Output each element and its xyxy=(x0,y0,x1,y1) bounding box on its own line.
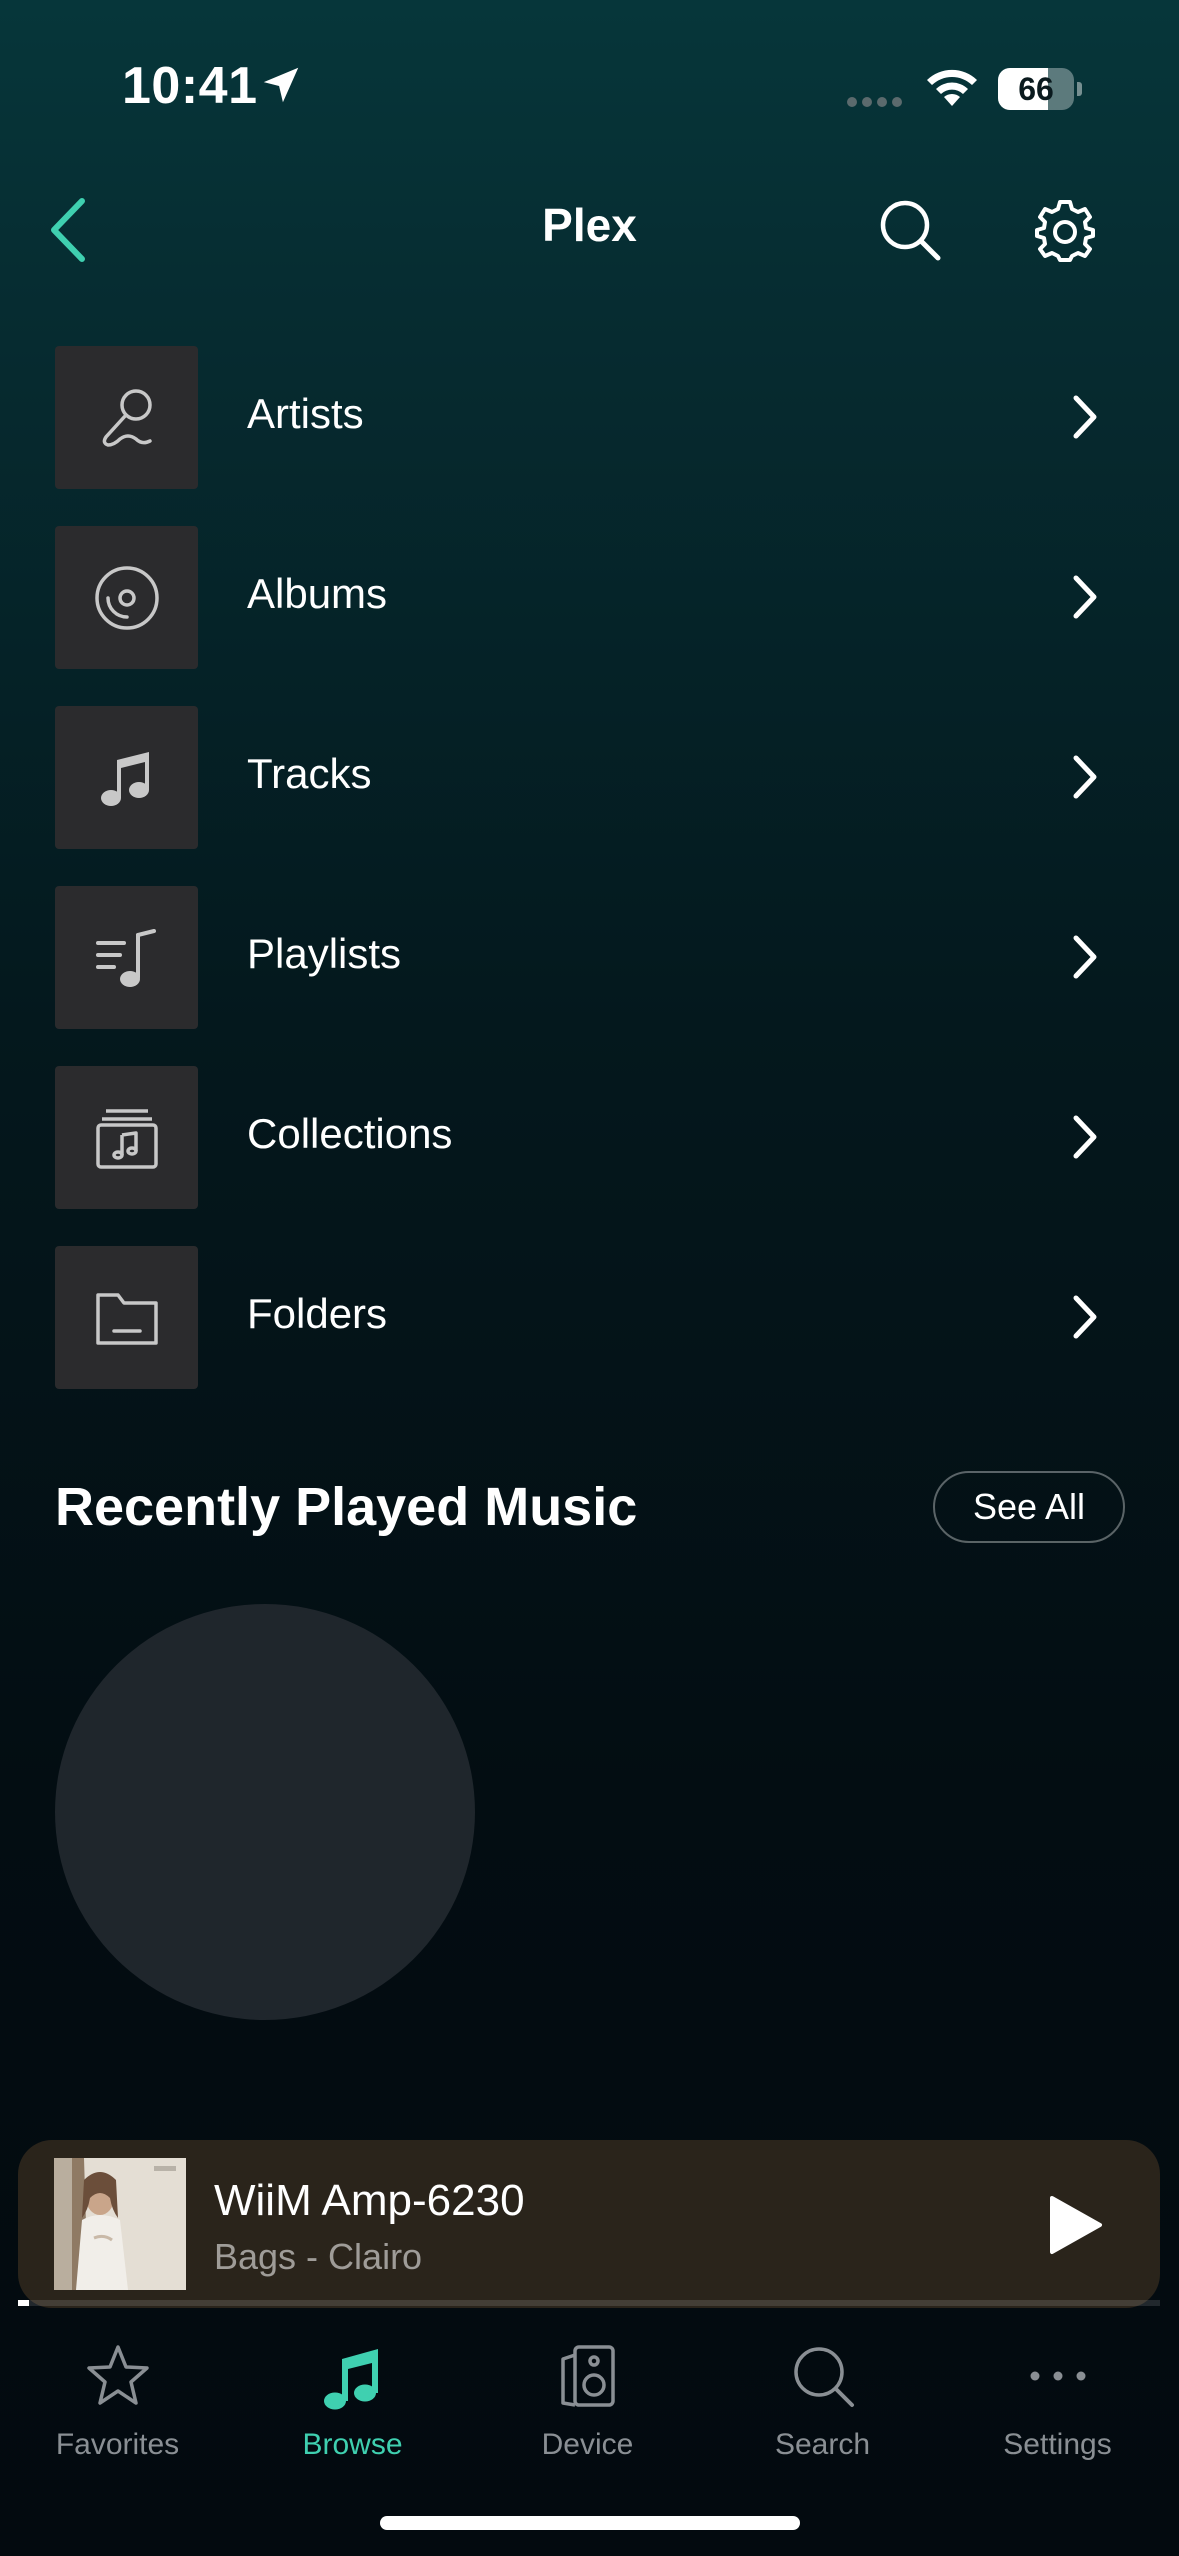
tab-label: Device xyxy=(541,2428,634,2461)
browse-item-tracks[interactable]: Tracks xyxy=(0,706,1179,886)
browse-item-folders[interactable]: Folders xyxy=(0,1246,1179,1426)
music-note-icon xyxy=(100,751,149,806)
home-indicator xyxy=(380,2516,800,2530)
browse-item-label: Folders xyxy=(247,1290,388,1337)
settings-button[interactable] xyxy=(1025,190,1105,270)
tab-device[interactable]: Device xyxy=(470,2338,705,2488)
signal-icon xyxy=(847,97,902,107)
now-playing-device: WiiM Amp-6230 xyxy=(214,2176,525,2225)
more-icon xyxy=(1030,2371,1086,2381)
page-title: Plex xyxy=(542,199,637,251)
battery-percent: 66 xyxy=(1018,71,1054,107)
browse-item-albums[interactable]: Albums xyxy=(0,526,1179,706)
browse-item-artists[interactable]: Artists xyxy=(0,346,1179,526)
browse-item-label: Playlists xyxy=(247,930,402,977)
status-bar: 10:41 66 xyxy=(0,0,1179,170)
tab-browse[interactable]: Browse xyxy=(235,2338,470,2488)
folder-icon xyxy=(95,1292,158,1345)
microphone-icon xyxy=(102,388,152,447)
chevron-right-icon xyxy=(1073,1115,1097,1159)
browse-list: Artists Albums Tracks Playlists Collecti… xyxy=(0,346,1179,1426)
disc-icon xyxy=(94,565,159,630)
gear-icon xyxy=(1035,200,1095,262)
playback-progress xyxy=(18,2300,1160,2306)
item-thumbnail xyxy=(55,886,198,1029)
tab-label: Search xyxy=(774,2428,871,2461)
tab-label: Browse xyxy=(302,2428,403,2461)
tab-settings[interactable]: Settings xyxy=(940,2338,1175,2488)
now-playing-track: Bags - Clairo xyxy=(214,2236,423,2277)
tab-label: Favorites xyxy=(55,2428,180,2461)
album-art-image xyxy=(54,2158,186,2290)
browse-item-collections[interactable]: Collections xyxy=(0,1066,1179,1246)
browse-item-label: Tracks xyxy=(247,750,372,797)
item-thumbnail xyxy=(55,1066,198,1209)
speaker-icon xyxy=(561,2345,615,2407)
chevron-right-icon xyxy=(1073,395,1097,439)
recently-played-item[interactable] xyxy=(55,1604,475,2020)
tab-search[interactable]: Search xyxy=(705,2338,940,2488)
location-arrow-icon xyxy=(263,67,299,103)
playlist-icon xyxy=(95,928,156,987)
nav-header: Plex xyxy=(0,170,1179,290)
browse-item-label: Artists xyxy=(247,390,364,437)
wifi-icon xyxy=(927,69,977,106)
search-icon xyxy=(794,2347,854,2407)
star-icon xyxy=(87,2345,149,2405)
music-note-icon xyxy=(324,2349,378,2410)
tab-favorites[interactable]: Favorites xyxy=(0,2338,235,2488)
browse-item-label: Albums xyxy=(247,570,388,617)
playback-progress-fill xyxy=(18,2300,30,2306)
search-button[interactable] xyxy=(870,190,950,270)
chevron-right-icon xyxy=(1073,575,1097,619)
collection-icon xyxy=(95,1108,158,1169)
browse-item-playlists[interactable]: Playlists xyxy=(0,886,1179,1066)
item-thumbnail xyxy=(55,706,198,849)
play-icon[interactable] xyxy=(1038,2190,1108,2260)
item-thumbnail xyxy=(55,1246,198,1389)
chevron-right-icon xyxy=(1073,755,1097,799)
item-thumbnail xyxy=(55,346,198,489)
item-thumbnail xyxy=(55,526,198,669)
status-time: 10:41 xyxy=(122,57,258,115)
album-art xyxy=(54,2158,186,2290)
search-icon xyxy=(880,200,941,261)
mini-player[interactable]: WiiM Amp-6230 Bags - Clairo xyxy=(18,2140,1160,2308)
chevron-right-icon xyxy=(1073,935,1097,979)
browse-item-label: Collections xyxy=(247,1110,453,1157)
battery-icon: 66 xyxy=(998,68,1082,110)
section-title-recently-played: Recently Played Music xyxy=(55,1477,638,1537)
chevron-right-icon xyxy=(1073,1295,1097,1339)
see-all-button[interactable]: See All xyxy=(933,1471,1125,1543)
tab-label: Settings xyxy=(1003,2428,1112,2461)
